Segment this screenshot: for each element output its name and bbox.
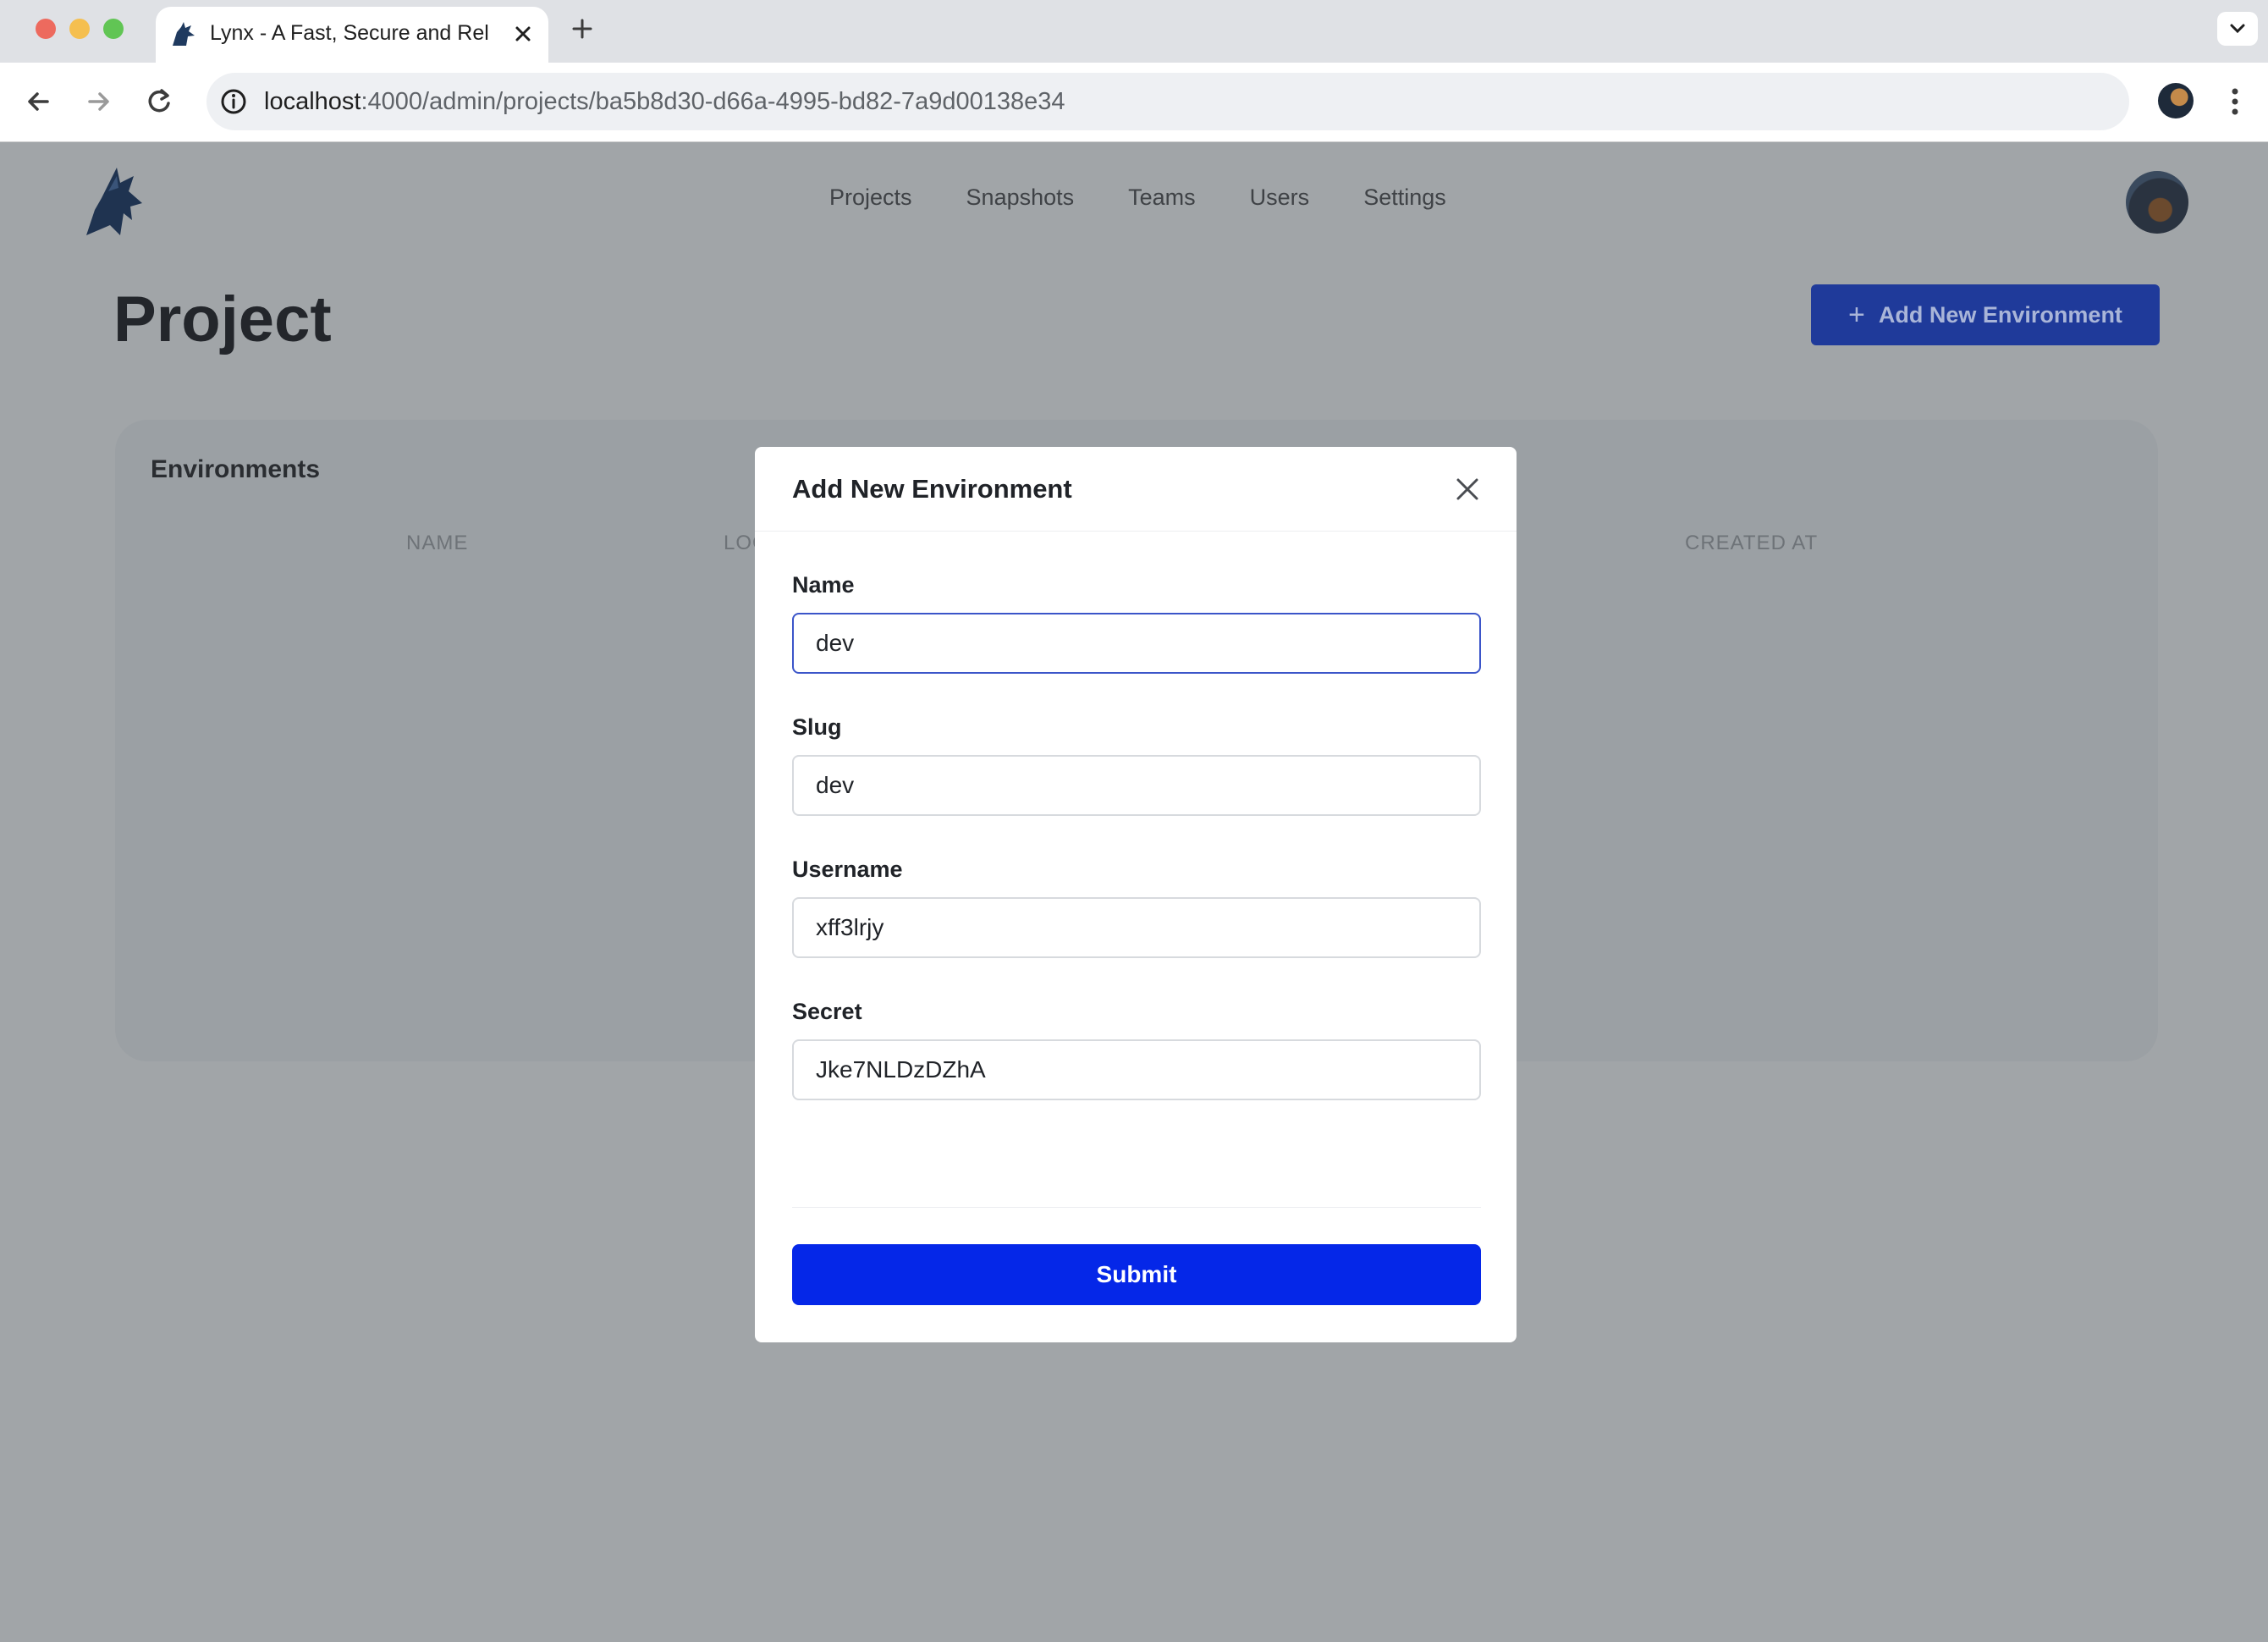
- nav-settings[interactable]: Settings: [1363, 185, 1446, 211]
- slug-input[interactable]: [792, 755, 1481, 816]
- url-path: :4000/admin/projects/ba5b8d30-d66a-4995-…: [361, 88, 1065, 115]
- name-label: Name: [792, 572, 855, 598]
- close-icon[interactable]: [1451, 472, 1484, 506]
- submit-button[interactable]: Submit: [792, 1244, 1481, 1305]
- add-new-environment-button[interactable]: + Add New Environment: [1811, 284, 2160, 345]
- page-title: Project: [113, 284, 332, 355]
- url-text: localhost:4000/admin/projects/ba5b8d30-d…: [264, 88, 1065, 116]
- reload-icon[interactable]: [140, 83, 178, 120]
- browser-menu-icon[interactable]: [2222, 83, 2248, 120]
- browser-tab-active[interactable]: Lynx - A Fast, Secure and Rel: [156, 7, 548, 63]
- url-host: localhost: [264, 88, 361, 115]
- username-label: Username: [792, 857, 903, 882]
- secret-input[interactable]: [792, 1039, 1481, 1100]
- user-avatar[interactable]: [2126, 171, 2188, 234]
- tab-title: Lynx - A Fast, Secure and Rel: [210, 21, 489, 45]
- new-tab-icon[interactable]: [565, 12, 599, 46]
- window-zoom-button[interactable]: [103, 19, 124, 39]
- add-environment-modal: Add New Environment Name Slug Username S…: [755, 447, 1517, 1342]
- site-info-icon[interactable]: [218, 86, 249, 117]
- forward-arrow-icon[interactable]: [80, 83, 117, 120]
- name-input[interactable]: [792, 613, 1481, 674]
- modal-title: Add New Environment: [792, 474, 1072, 504]
- modal-header: Add New Environment: [755, 447, 1517, 532]
- lynx-favicon-icon: [173, 22, 195, 46]
- nav-users[interactable]: Users: [1250, 185, 1310, 211]
- address-bar[interactable]: localhost:4000/admin/projects/ba5b8d30-d…: [206, 73, 2129, 130]
- back-arrow-icon[interactable]: [20, 83, 58, 120]
- nav-snapshots[interactable]: Snapshots: [966, 185, 1075, 211]
- nav-projects[interactable]: Projects: [829, 185, 912, 211]
- browser-tab-bar: Lynx - A Fast, Secure and Rel: [0, 0, 2268, 63]
- window-minimize-button[interactable]: [69, 19, 90, 39]
- username-input[interactable]: [792, 897, 1481, 958]
- window-close-button[interactable]: [36, 19, 56, 39]
- column-header-name: NAME: [406, 532, 469, 554]
- browser-toolbar: localhost:4000/admin/projects/ba5b8d30-d…: [0, 63, 2268, 142]
- nav-teams[interactable]: Teams: [1128, 185, 1196, 211]
- column-header-created-at: CREATED AT: [1685, 532, 1819, 554]
- slug-label: Slug: [792, 714, 842, 740]
- modal-divider: [792, 1207, 1481, 1208]
- plus-icon: +: [1848, 298, 1865, 331]
- tab-search-button[interactable]: [2217, 12, 2258, 46]
- environments-title: Environments: [151, 455, 321, 483]
- chevron-down-icon: [2230, 24, 2245, 34]
- lynx-logo-icon[interactable]: [83, 166, 146, 237]
- add-new-environment-label: Add New Environment: [1878, 301, 2122, 328]
- secret-label: Secret: [792, 999, 862, 1024]
- close-tab-icon[interactable]: [508, 19, 538, 49]
- top-navigation: Projects Snapshots Teams Users Settings: [829, 185, 1446, 211]
- browser-profile-avatar[interactable]: [2158, 83, 2194, 118]
